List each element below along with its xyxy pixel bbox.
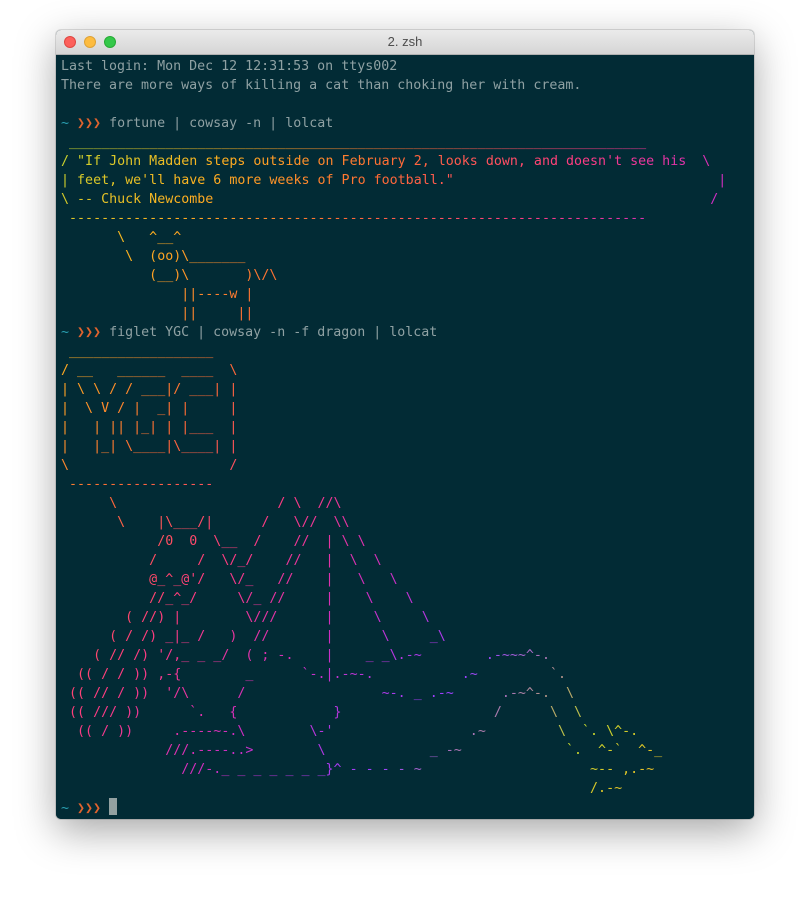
lolcat-line: __________________ xyxy=(69,344,214,359)
prompt-arrows: ❯❯❯ xyxy=(77,801,102,816)
terminal-content[interactable]: Last login: Mon Dec 12 12:31:53 on ttys0… xyxy=(56,55,754,819)
lolcat-line: ///-._ _ _ _ _ _ _}^ - - - - ~ ~-- ,.-~ xyxy=(181,762,655,777)
lolcat-line: //_^_/ \/_ // | \ \ xyxy=(149,591,414,606)
lolcat-line: /0 0 \__ / // | \ \ xyxy=(157,534,366,549)
title-bar[interactable]: 2. zsh xyxy=(56,30,754,55)
lolcat-line: ( / /) _|_ / ) // | \ _\ xyxy=(109,629,446,644)
active-prompt-line: ~ ❯❯❯ xyxy=(61,798,726,817)
command-text: figlet YGC | cowsay -n -f dragon | lolca… xyxy=(109,325,438,340)
lolcat-line: ( //) | \/// | \ \ xyxy=(125,610,430,625)
lolcat-line: \ |\___/| / \// \\ xyxy=(117,515,350,530)
lolcat-line: | | || |_| | |___ | xyxy=(61,420,238,435)
lolcat-line: \ -- Chuck Newcombe / xyxy=(61,192,719,207)
lolcat-line: ///.----..> \ _ -~ `. ^-` ^-_ xyxy=(165,743,663,758)
lolcat-line: / __ ______ ____ \ xyxy=(61,363,238,378)
lolcat-line: ||----w | xyxy=(181,287,254,302)
prompt-tilde: ~ xyxy=(61,325,70,340)
command-line: ~ ❯❯❯ fortune | cowsay -n | lolcat xyxy=(61,114,726,133)
prompt-arrows: ❯❯❯ xyxy=(77,325,102,340)
lolcat-line: \ ^__^ xyxy=(117,230,182,245)
prompt-tilde: ~ xyxy=(61,801,70,816)
command-line: ~ ❯❯❯ figlet YGC | cowsay -n -f dragon |… xyxy=(61,323,726,342)
lolcat-line: ------------------ xyxy=(69,477,214,492)
lolcat-line: / / \/_/ // | \ \ xyxy=(149,553,382,568)
lolcat-line: (( / )) .----~-.\ \-' .~ \ `. \^-. xyxy=(77,724,639,739)
output-line: Last login: Mon Dec 12 12:31:53 on ttys0… xyxy=(61,59,398,74)
terminal-output: Last login: Mon Dec 12 12:31:53 on ttys0… xyxy=(61,57,726,817)
lolcat-line: || || xyxy=(181,306,254,321)
lolcat-line: | |_| \____|\____| | xyxy=(61,439,238,454)
lolcat-line: | \ \ / / ___|/ ___| | xyxy=(61,382,238,397)
lolcat-line: @_^_@'/ \/_ // | \ \ xyxy=(149,572,398,587)
lolcat-line: \ (oo)\_______ xyxy=(125,249,246,264)
prompt-tilde: ~ xyxy=(61,116,70,131)
lolcat-line: (__)\ )\/\ xyxy=(149,268,278,283)
lolcat-line: \ / xyxy=(61,458,238,473)
command-text: fortune | cowsay -n | lolcat xyxy=(109,116,334,131)
lolcat-line: ________________________________________… xyxy=(69,135,647,150)
prompt-arrows: ❯❯❯ xyxy=(77,116,102,131)
lolcat-line: | feet, we'll have 6 more weeks of Pro f… xyxy=(61,173,727,188)
lolcat-line: \ / \ //\ xyxy=(109,496,342,511)
output-line: There are more ways of killing a cat tha… xyxy=(61,78,582,93)
lolcat-line: /.-~ xyxy=(590,781,623,796)
lolcat-line: ----------------------------------------… xyxy=(69,211,647,226)
lolcat-line: (( /// )) `. { } / \ \ xyxy=(69,705,583,720)
terminal-window: 2. zsh Last login: Mon Dec 12 12:31:53 o… xyxy=(56,30,754,819)
lolcat-line: ( // /) '/,_ _ _/ ( ; -. | _ _\.-~ .-~~~… xyxy=(93,648,550,663)
lolcat-line: (( // / )) '/\ / ~-. _ .-~ .-~^-. \ xyxy=(69,686,574,701)
text-cursor[interactable] xyxy=(109,798,118,815)
lolcat-line: (( / / )) ,-{ _ `-.|.-~-. .~ `. xyxy=(77,667,566,682)
window-title: 2. zsh xyxy=(387,34,423,49)
lolcat-line: / "If John Madden steps outside on Febru… xyxy=(61,154,711,169)
lolcat-line: | \ V / | _| | | xyxy=(61,401,238,416)
